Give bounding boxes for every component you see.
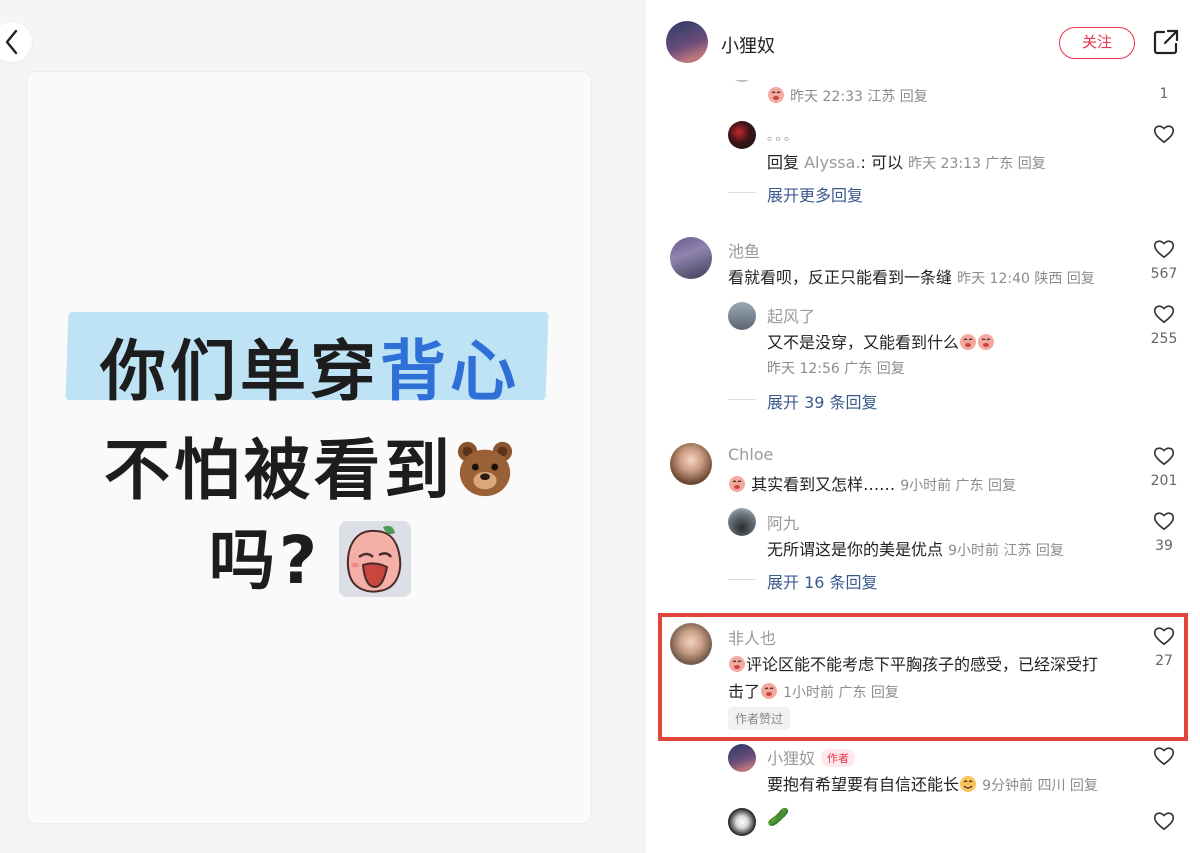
back-button[interactable] [0,22,32,62]
expand-replies-link[interactable]: 展开 39 条回复 [767,389,878,413]
comment-username[interactable]: 池鱼 [728,238,760,262]
crying-emoji-icon [960,334,977,350]
author-name[interactable]: 小狸奴 [721,32,775,58]
reply-body: : 可以 [860,153,903,172]
heart-icon[interactable] [1153,626,1175,646]
heart-icon[interactable] [1153,811,1175,831]
like-count: 27 [1155,653,1173,669]
comment-body: 无所谓这是你的美是优点 [767,540,944,559]
crying-peach-sticker-icon [339,520,412,597]
comment-username[interactable]: 起风了 [767,303,815,327]
comment-text: 其实看到又怎样…… 9小时前 广东 回复 [728,471,1016,495]
comment-body: 又不是没穿，又能看到什么 [767,333,960,352]
author-liked-tag: 作者赞过 [728,707,791,730]
follow-button[interactable]: 关注 [1059,27,1135,59]
heart-icon[interactable] [1153,446,1175,466]
comment-text: 看就看呗，反正只能看到一条缝 昨天 12:40 陕西 回复 [728,264,1095,288]
reply-prefix: 回复 [767,153,805,172]
bear-emoji-icon [457,441,513,497]
like-count: 255 [1150,331,1178,347]
comment-meta: 9小时前 广东 回复 [900,478,1017,494]
comment-body: 看就看呗，反正只能看到一条缝 [728,268,953,287]
post-title-line-3: 吗? [27,507,593,603]
comment-meta: 昨天 23:13 广东 回复 [908,156,1046,172]
heart-icon[interactable] [1153,511,1175,531]
comment-text: 回复 Alyssa.: 可以 昨天 23:13 广东 回复 [767,149,1046,173]
screen: 你们单穿背心 不怕被看到 吗? 昨天 22:33 江苏 回复 1 。。。 回复 … [0,0,1200,853]
heart-icon[interactable] [1153,239,1175,259]
crying-emoji-icon [978,334,995,350]
title-text-black: 你们单穿 [100,333,380,410]
expand-replies-link[interactable]: 展开 16 条回复 [767,569,878,593]
heart-icon[interactable] [1153,746,1175,766]
comment-text: 要抱有希望要有自信还能长 9分钟前 四川 回复 [767,771,1098,795]
comment-username[interactable]: 小狸奴 作者 [767,745,856,769]
crying-emoji-icon [729,656,745,672]
post-image-pane: 你们单穿背心 不怕被看到 吗? [0,0,646,853]
title-text-line3: 吗? [208,522,322,599]
comments-pane: 昨天 22:33 江苏 回复 1 。。。 回复 Alyssa.: 可以 昨天 2… [646,0,1200,853]
comment-text: 又不是没穿，又能看到什么 [767,329,995,353]
reply-target-user[interactable]: Alyssa. [804,153,860,172]
post-image-card: 你们单穿背心 不怕被看到 吗? [26,71,592,824]
author-badge: 作者 [821,749,856,767]
comment-username[interactable]: 非人也 [728,625,776,649]
avatar[interactable] [728,508,756,536]
comment-meta-row: 昨天 22:33 江苏 回复 [767,86,928,106]
comment-text: 无所谓这是你的美是优点 9小时前 江苏 回复 [767,536,1064,560]
avatar[interactable] [670,237,712,279]
post-title-line-1: 你们单穿背心 [27,318,593,414]
heart-icon[interactable] [1153,304,1175,324]
avatar[interactable] [670,443,712,485]
comment-text: 评论区能不能考虑下平胸孩子的感受，已经深受打 [728,651,1098,675]
like-count: 1 [1159,86,1169,102]
comment-meta: 昨天 12:40 陕西 回复 [957,271,1095,287]
crying-emoji-icon [768,87,784,103]
heart-icon[interactable] [1153,124,1175,144]
comment-meta: 9小时前 江苏 回复 [948,543,1064,559]
comment-body-line2: 击了 [728,682,761,701]
post-title-line-2: 不怕被看到 [27,417,593,513]
like-count: 567 [1150,266,1178,282]
author-avatar[interactable] [666,21,708,63]
avatar[interactable] [728,744,756,772]
profile-header: 小狸奴 关注 [646,0,1200,80]
expand-divider [728,579,756,580]
comment-body: 要抱有希望要有自信还能长 [767,775,960,794]
avatar[interactable] [728,808,756,836]
comment-username[interactable]: 🥒 [767,807,789,828]
comment-text-line2: 击了 1小时前 广东 回复 [728,678,899,702]
comment-meta: 9分钟前 四川 回复 [982,778,1098,794]
crying-emoji-icon [729,476,745,492]
comment-meta: 昨天 12:56 广东 回复 [767,361,905,377]
chevron-left-icon [5,29,18,55]
title-text-line2: 不怕被看到 [104,432,454,509]
comment-body-line1: 评论区能不能考虑下平胸孩子的感受，已经深受打 [746,655,1099,674]
comment-meta: 昨天 22:33 江苏 回复 [790,89,928,105]
comment-username[interactable]: 阿九 [767,510,799,534]
title-text-blue: 背心 [380,333,520,410]
smiling-emoji-icon [960,776,977,792]
avatar[interactable] [728,121,756,149]
comment-username[interactable]: Chloe [728,445,773,464]
like-count: 201 [1150,473,1178,489]
comment-username[interactable]: 。。。 [767,125,799,144]
username-text[interactable]: 小狸奴 [767,749,815,768]
share-icon[interactable] [1151,27,1181,57]
comment-meta: 1小时前 广东 回复 [783,685,899,701]
avatar[interactable] [670,623,712,665]
avatar[interactable] [728,302,756,330]
crying-emoji-icon [761,683,778,699]
bottom-edge [646,842,1200,853]
like-count: 39 [1155,538,1173,554]
expand-replies-link[interactable]: 展开更多回复 [767,182,863,206]
expand-divider [728,399,756,400]
comment-body: 其实看到又怎样…… [751,475,896,494]
expand-divider [728,192,756,193]
